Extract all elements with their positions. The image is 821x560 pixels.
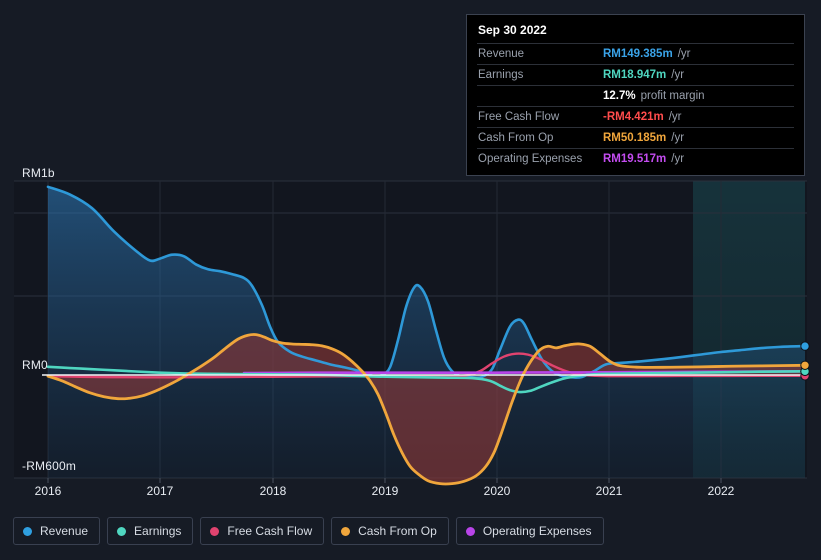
tooltip-row-value: 12.7% [603, 90, 636, 102]
tooltip-row-label: Cash From Op [478, 132, 554, 144]
legend-item-operating-expenses[interactable]: Operating Expenses [455, 517, 604, 545]
tooltip-row-label: Operating Expenses [478, 153, 583, 165]
x-axis-tick-label: 2022 [707, 484, 735, 498]
tooltip-row-unit: /yr [668, 111, 682, 123]
legend-item-label: Revenue [40, 524, 89, 538]
tooltip-row-label: Revenue [478, 48, 525, 60]
y-axis-tick-label: RM0 [22, 358, 48, 372]
tooltip-row-unit: /yr [671, 69, 685, 81]
chart-tooltip: Sep 30 2022 Revenue RM149.385m/yr Earnings… [466, 14, 805, 176]
x-axis-tick-label: 2021 [595, 484, 623, 498]
tooltip-row: Cash From Op RM50.185m/yr [477, 127, 794, 148]
tooltip-row-value: RM19.517m [603, 153, 667, 165]
tooltip-row: Operating Expenses RM19.517m/yr [477, 148, 794, 169]
tooltip-row: Revenue RM149.385m/yr [477, 43, 794, 64]
tooltip-row-unit: /yr [671, 153, 685, 165]
legend-color-dot-icon [465, 526, 475, 536]
endpoint-marker-revenue [800, 341, 810, 351]
legend-item-cash-from-op[interactable]: Cash From Op [331, 517, 449, 545]
legend-color-dot-icon [117, 526, 127, 536]
legend-item-label: Cash From Op [358, 524, 437, 538]
tooltip-date: Sep 30 2022 [478, 23, 547, 37]
legend-color-dot-icon [210, 526, 220, 536]
tooltip-row-value: RM18.947m [603, 69, 667, 81]
tooltip-row-value: RM50.185m [603, 132, 667, 144]
tooltip-row-unit: /yr [671, 132, 685, 144]
legend-color-dot-icon [341, 526, 351, 536]
y-axis-tick-label: -RM600m [22, 459, 77, 473]
tooltip-row-unit: /yr [677, 48, 691, 60]
tooltip-row-value: RM149.385m [603, 48, 673, 60]
endpoint-marker-cash-from-op [800, 360, 810, 370]
legend-item-label: Operating Expenses [482, 524, 592, 538]
legend-item-free-cash-flow[interactable]: Free Cash Flow [200, 517, 325, 545]
tooltip-row-value: -RM4.421m [603, 111, 664, 123]
tooltip-row-label: Earnings [478, 69, 524, 81]
x-axis-tick-label: 2017 [146, 484, 174, 498]
legend-item-revenue[interactable]: Revenue [13, 517, 101, 545]
legend-item-earnings[interactable]: Earnings [107, 517, 194, 545]
tooltip-row-unit: profit margin [640, 90, 705, 102]
x-axis-tick-label: 2020 [483, 484, 511, 498]
tooltip-row: Free Cash Flow -RM4.421m/yr [477, 106, 794, 127]
chart-legend[interactable]: Revenue Earnings Free Cash Flow Cash From O… [13, 517, 604, 545]
tooltip-row: Earnings RM18.947m/yr [477, 64, 794, 85]
tooltip-row: 12.7% profit margin [477, 85, 794, 106]
tooltip-row-label: Free Cash Flow [478, 111, 560, 123]
legend-item-label: Earnings [134, 524, 182, 538]
legend-color-dot-icon [23, 526, 32, 536]
x-axis-tick-label: 2018 [259, 484, 287, 498]
x-axis-tick-label: 2016 [34, 484, 62, 498]
y-axis-tick-label: RM1b [22, 166, 55, 180]
tooltip-rows: Revenue RM149.385m/yr Earnings RM18.947m/yr… [477, 43, 794, 169]
x-axis-tick-label: 2019 [371, 484, 399, 498]
legend-item-label: Free Cash Flow [227, 524, 313, 538]
